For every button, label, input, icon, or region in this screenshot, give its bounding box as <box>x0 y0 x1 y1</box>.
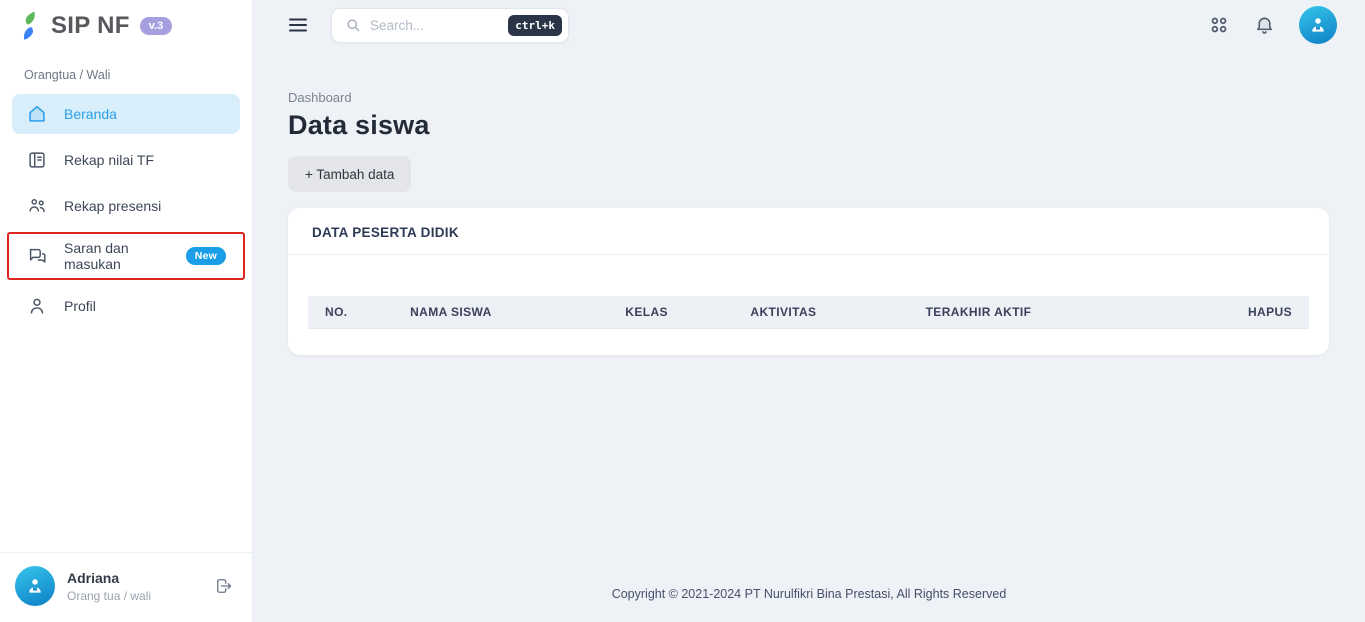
sidebar-item-beranda[interactable]: Beranda <box>12 94 240 134</box>
sidebar-item-label: Profil <box>64 298 96 314</box>
column-header-terakhir-aktif: TERAKHIR AKTIF <box>909 296 1159 329</box>
logout-icon <box>214 576 234 596</box>
profile-avatar-button[interactable] <box>1299 6 1337 44</box>
students-table: NO. NAMA SISWA KELAS AKTIVITAS TERAKHIR … <box>308 296 1309 329</box>
column-header-hapus: HAPUS <box>1159 296 1309 329</box>
table-header-row: NO. NAMA SISWA KELAS AKTIVITAS TERAKHIR … <box>308 296 1309 329</box>
column-header-nama-siswa: NAMA SISWA <box>393 296 608 329</box>
app-logo[interactable]: SIP NF v.3 <box>0 0 252 47</box>
keyboard-shortcut-badge: ctrl+k <box>508 15 562 36</box>
sidebar-item-profil[interactable]: Profil <box>12 286 240 326</box>
sidebar-section-label: Orangtua / Wali <box>0 47 252 91</box>
sidebar-item-rekap-nilai-tf[interactable]: Rekap nilai TF <box>12 140 240 180</box>
annotation-highlight-box: Saran dan masukan New <box>7 232 245 280</box>
user-role: Orang tua / wali <box>67 589 151 603</box>
sidebar-item-rekap-presensi[interactable]: Rekap presensi <box>12 186 240 226</box>
home-icon <box>26 103 48 125</box>
sidebar-item-saran-dan-masukan[interactable]: Saran dan masukan New <box>12 236 240 276</box>
main-area: ctrl+k <box>253 0 1365 622</box>
notifications-button[interactable] <box>1253 14 1276 37</box>
user-avatar <box>15 566 55 606</box>
column-header-no: NO. <box>308 296 393 329</box>
sidebar-nav: Beranda Rekap nilai TF Rekap presens <box>0 91 252 329</box>
search-box[interactable]: ctrl+k <box>331 8 569 43</box>
user-name: Adriana <box>67 570 151 586</box>
apps-grid-button[interactable] <box>1208 14 1230 36</box>
user-meta: Adriana Orang tua / wali <box>67 570 151 603</box>
leaf-logo-icon <box>20 11 43 41</box>
data-card: DATA PESERTA DIDIK NO. NAMA SISWA KELAS … <box>288 208 1329 355</box>
apps-grid-icon <box>1208 14 1230 36</box>
chat-bubbles-icon <box>26 245 48 267</box>
sidebar-item-label: Rekap nilai TF <box>64 152 154 168</box>
hamburger-menu-button[interactable] <box>284 11 312 39</box>
page-content: Dashboard Data siswa + Tambah data DATA … <box>253 50 1365 355</box>
sidebar-item-label: Saran dan masukan <box>64 240 158 272</box>
column-header-aktivitas: AKTIVITAS <box>733 296 908 329</box>
sidebar-item-label: Rekap presensi <box>64 198 161 214</box>
hamburger-icon <box>286 13 310 37</box>
breadcrumb[interactable]: Dashboard <box>288 90 1329 105</box>
sidebar-item-label: Beranda <box>64 106 117 122</box>
app-name: SIP NF <box>51 12 130 40</box>
bell-icon <box>1253 14 1276 37</box>
new-badge: New <box>186 247 226 265</box>
add-data-button[interactable]: + Tambah data <box>288 156 411 192</box>
search-input[interactable] <box>370 18 500 33</box>
user-icon <box>26 295 48 317</box>
logout-button[interactable] <box>214 576 234 596</box>
search-icon <box>344 16 362 34</box>
version-badge: v.3 <box>140 17 172 35</box>
sidebar-user-card[interactable]: Adriana Orang tua / wali <box>0 552 252 622</box>
avatar-person-icon <box>1307 14 1329 36</box>
copyright-footer: Copyright © 2021-2024 PT Nurulfikri Bina… <box>253 587 1365 622</box>
card-title: DATA PESERTA DIDIK <box>288 208 1329 255</box>
topbar-actions <box>1208 6 1337 44</box>
users-group-icon <box>26 195 48 217</box>
column-header-kelas: KELAS <box>608 296 733 329</box>
topbar: ctrl+k <box>253 0 1365 50</box>
book-icon <box>26 149 48 171</box>
page-title: Data siswa <box>288 110 1329 141</box>
sidebar: SIP NF v.3 Orangtua / Wali Beranda Rekap… <box>0 0 253 622</box>
table-container: NO. NAMA SISWA KELAS AKTIVITAS TERAKHIR … <box>288 255 1329 355</box>
